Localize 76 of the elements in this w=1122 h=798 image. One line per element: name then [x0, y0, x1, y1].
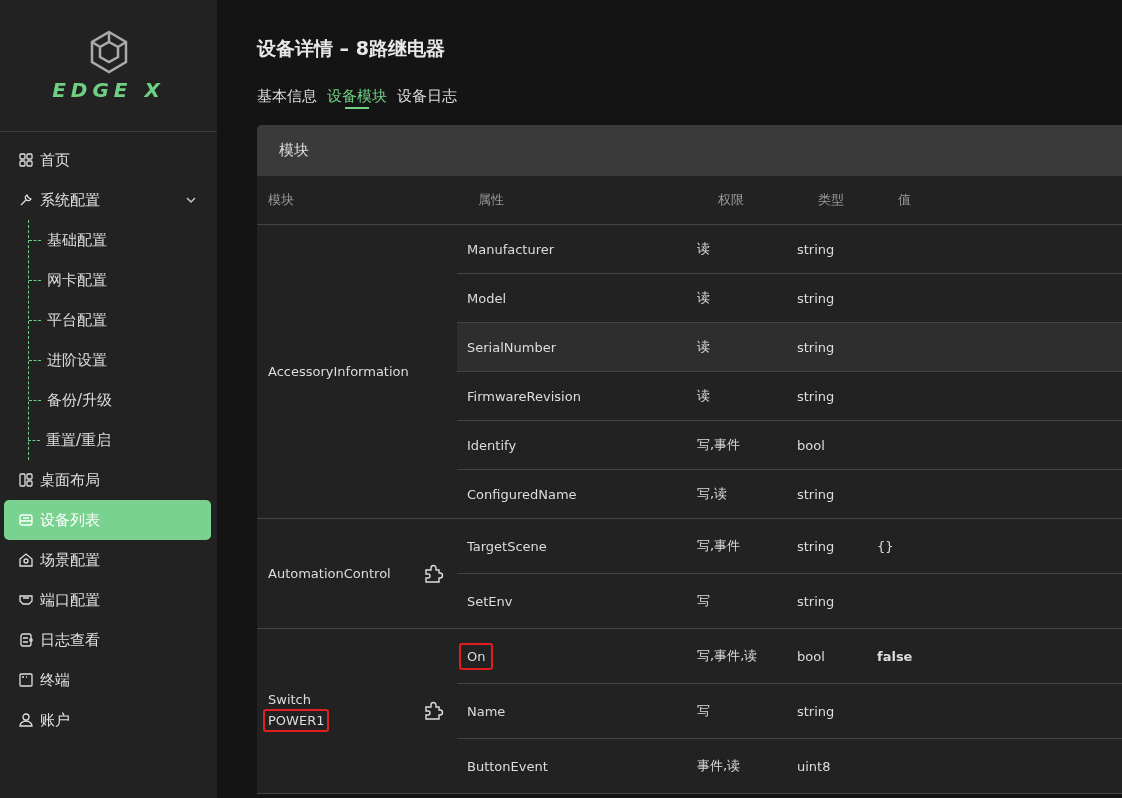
- sidebar-item[interactable]: 端口配置: [4, 580, 211, 620]
- property-name: TargetScene: [466, 537, 548, 556]
- property-name: FirmwareRevision: [466, 387, 582, 406]
- submenu-item[interactable]: 备份/升级: [47, 390, 113, 410]
- cube-logo-icon: [88, 29, 129, 74]
- column-header: 模块: [268, 192, 294, 207]
- module-subtitle: POWER1: [263, 709, 330, 732]
- permission-cell: 写: [697, 593, 710, 608]
- value-cell: false: [877, 648, 913, 664]
- type-cell: uint8: [797, 758, 831, 774]
- type-cell: string: [797, 593, 835, 609]
- property-name: On: [459, 642, 494, 670]
- value-cell: {}: [877, 538, 894, 554]
- sidebar-item[interactable]: 日志查看: [4, 620, 211, 660]
- page-title: 设备详情 – 8路继电器: [257, 36, 446, 61]
- submenu-item[interactable]: 平台配置: [47, 310, 107, 330]
- module-name: AccessoryInformation: [268, 363, 410, 381]
- property-name: ConfiguredName: [466, 485, 578, 504]
- port-icon: [18, 592, 34, 608]
- log-icon: [18, 632, 34, 648]
- sidebar-item[interactable]: 终端: [4, 660, 211, 700]
- home-icon: [18, 552, 34, 568]
- permission-cell: 读: [697, 241, 710, 256]
- layout-icon: [18, 472, 34, 488]
- module-name: Switch: [268, 691, 312, 709]
- type-cell: bool: [797, 648, 825, 664]
- permission-cell: 写,读: [697, 486, 728, 501]
- submenu-item[interactable]: 网卡配置: [47, 270, 107, 290]
- property-name: SetEnv: [466, 592, 514, 611]
- type-cell: string: [797, 241, 835, 257]
- permission-cell: 写,事件,读: [697, 648, 758, 663]
- property-name: Manufacturer: [466, 240, 556, 259]
- permission-cell: 写,事件: [697, 538, 741, 553]
- submenu-item[interactable]: 重置/重启: [46, 430, 112, 450]
- permission-cell: 写: [697, 703, 710, 718]
- terminal-icon: [18, 672, 34, 688]
- tab[interactable]: 基本信息: [257, 83, 317, 109]
- puzzle-icon: [423, 562, 445, 585]
- permission-cell: 读: [697, 388, 710, 403]
- property-name: SerialNumber: [466, 338, 557, 357]
- column-header: 权限: [718, 192, 744, 207]
- user-icon: [18, 712, 34, 728]
- logo-text: EDGE X: [52, 77, 165, 102]
- type-cell: string: [797, 486, 835, 502]
- sidebar-item[interactable]: 账户: [4, 700, 211, 740]
- sidebar-item[interactable]: 首页: [4, 140, 211, 180]
- type-cell: string: [797, 388, 835, 404]
- panel-title: 模块: [279, 141, 309, 160]
- permission-cell: 事件,读: [697, 758, 741, 773]
- permission-cell: 读: [697, 339, 710, 354]
- column-header: 值: [898, 192, 911, 207]
- submenu-item[interactable]: 基础配置: [47, 230, 107, 250]
- tab[interactable]: 设备日志: [397, 83, 457, 109]
- property-name: ButtonEvent: [466, 757, 549, 776]
- property-name: Name: [466, 702, 507, 721]
- type-cell: bool: [797, 437, 825, 453]
- sidebar-item[interactable]: 桌面布局: [4, 460, 211, 500]
- grid-icon: [18, 152, 34, 168]
- property-name: Model: [466, 289, 508, 308]
- module-name: AutomationControl: [268, 565, 392, 583]
- type-cell: string: [797, 538, 835, 554]
- wrench-icon: [18, 192, 34, 208]
- sidebar-item[interactable]: 场景配置: [4, 540, 211, 580]
- permission-cell: 写,事件: [697, 437, 741, 452]
- submenu-item[interactable]: 进阶设置: [47, 350, 107, 370]
- tab[interactable]: 设备模块: [327, 83, 387, 109]
- permission-cell: 读: [697, 290, 710, 305]
- sidebar-item[interactable]: 系统配置: [4, 180, 211, 220]
- type-cell: string: [797, 290, 835, 306]
- column-header: 属性: [478, 192, 504, 207]
- type-cell: string: [797, 703, 835, 719]
- device-icon: [18, 512, 34, 528]
- property-name: Identify: [466, 436, 518, 455]
- column-header: 类型: [818, 192, 844, 207]
- puzzle-icon: [423, 700, 445, 722]
- type-cell: string: [797, 339, 835, 355]
